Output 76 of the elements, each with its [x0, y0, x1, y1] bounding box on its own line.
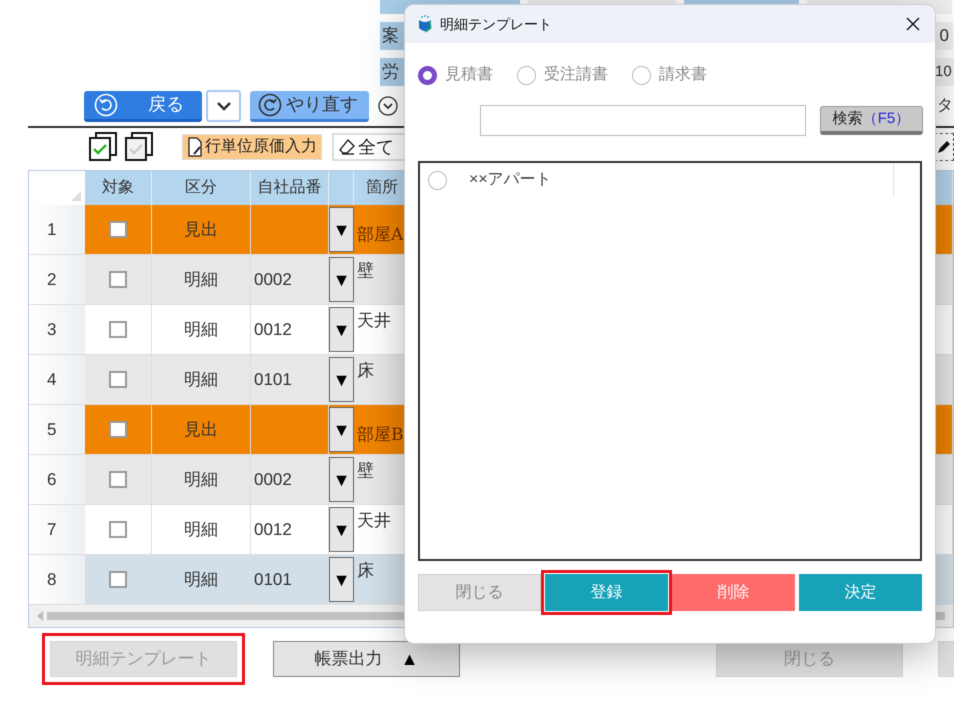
summary-value: 10 [934, 58, 954, 86]
table-cell-text: 部屋B [357, 424, 404, 446]
footer-button[interactable]: 帳票出力 ▲ [273, 641, 460, 677]
table-cell-text: 0002 [254, 468, 292, 491]
dropdown-button[interactable]: ▼ [329, 257, 354, 302]
radio-button[interactable] [418, 66, 437, 84]
checkbox[interactable] [109, 471, 127, 488]
dropdown-button[interactable] [206, 90, 241, 122]
table-cell-text: 部屋A [357, 224, 404, 246]
undo-icon [94, 92, 118, 116]
dropdown-button[interactable]: ▼ [329, 507, 354, 552]
eraser-icon [338, 138, 356, 156]
pencil-button[interactable] [934, 133, 954, 161]
dropdown-button[interactable]: ▼ [329, 557, 354, 602]
document-pencil-icon [187, 137, 203, 157]
summary-label: 案 [380, 22, 404, 50]
search-button[interactable]: 検索（F5） [820, 106, 923, 135]
dropdown-button[interactable]: ▼ [329, 357, 354, 402]
radio-option[interactable]: 請求書 [632, 63, 707, 87]
table-cell-text: 0012 [254, 318, 292, 341]
table-cell: 見出 [152, 405, 251, 454]
redo-icon [258, 92, 282, 116]
row-number: 1 [29, 205, 85, 254]
search-field[interactable] [480, 105, 806, 136]
table-cell-text: 壁 [357, 260, 374, 283]
checkbox[interactable] [109, 221, 127, 238]
checkbox[interactable] [109, 371, 127, 388]
chevron-down-icon [216, 101, 232, 111]
checkbox[interactable] [109, 421, 127, 438]
back-button[interactable]: 戻る [84, 90, 202, 122]
pencil-icon [937, 140, 951, 154]
close-icon [906, 17, 920, 31]
table-cell: 見出 [152, 205, 251, 254]
table-cell-text: 0101 [254, 568, 292, 591]
checkbox[interactable] [109, 521, 127, 538]
table-cell-text: 0101 [254, 368, 292, 391]
radio-option[interactable]: 見積書 [418, 63, 493, 87]
table-cell-text: 0002 [254, 268, 292, 291]
row-cost-button[interactable]: 行単位原価入力 [182, 134, 322, 160]
redo-button[interactable]: やり直す [250, 90, 369, 122]
table-cell-text: 壁 [357, 460, 374, 483]
row-number: 5 [29, 405, 85, 454]
dropdown-button[interactable]: ▼ [329, 307, 354, 352]
row-number: 6 [29, 455, 85, 504]
dropdown-button[interactable]: ▼ [329, 407, 354, 452]
row-number: 4 [29, 355, 85, 404]
deselect-all-icon[interactable] [124, 132, 154, 162]
table-cell: 明細 [152, 455, 251, 504]
table-cell-text: 床 [357, 360, 374, 383]
checkbox[interactable] [109, 571, 127, 588]
row-number: 8 [29, 555, 85, 604]
radio-button[interactable] [517, 66, 536, 84]
dropdown-button[interactable]: ▼ [329, 457, 354, 502]
table-cell-text: 床 [357, 560, 374, 583]
summary-label: 労 [380, 58, 404, 86]
checkbox[interactable] [109, 321, 127, 338]
table-cell: 明細 [152, 255, 251, 304]
table-cell-text: 0012 [254, 518, 292, 541]
checkbox[interactable] [109, 271, 127, 288]
table-cell-text: 天井 [357, 310, 391, 333]
toolbar-text: タ [937, 96, 953, 116]
dropdown-button[interactable]: ▼ [329, 207, 354, 252]
row-number: 2 [29, 255, 85, 304]
table-cell: 明細 [152, 505, 251, 554]
dialog-title: 明細テンプレート [440, 14, 552, 34]
table-cell: 明細 [152, 305, 251, 354]
select-all-icon[interactable] [88, 132, 118, 162]
table-cell: 明細 [152, 355, 251, 404]
radio-button[interactable] [428, 170, 447, 190]
radio-button[interactable] [632, 66, 651, 84]
table-cell-text: 天井 [357, 510, 391, 533]
tulip-icon [418, 15, 432, 33]
chevron-circle-icon[interactable] [378, 96, 398, 116]
radio-option[interactable]: 受注請書 [517, 63, 608, 87]
list-item[interactable]: ××アパート [420, 163, 920, 197]
table-cell: 明細 [152, 555, 251, 604]
